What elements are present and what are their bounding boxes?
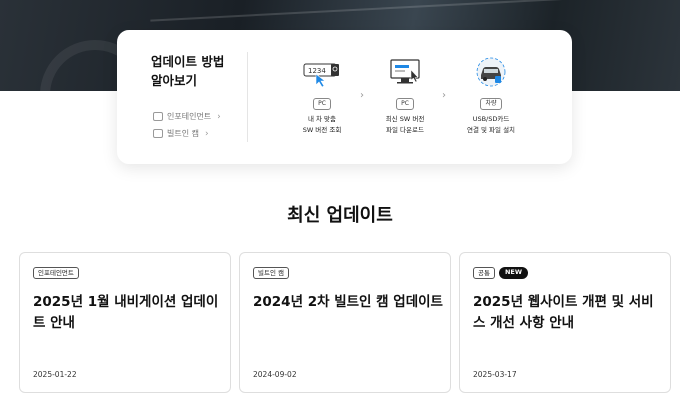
step-tag: PC: [313, 98, 331, 110]
guide-link-builtin-cam[interactable]: 빌트인 캠 ›: [153, 128, 209, 139]
chevron-right-icon: ›: [442, 90, 446, 101]
card-date: 2025-01-22: [33, 370, 77, 379]
guide-link-infotainment[interactable]: 인포테인먼트 ›: [153, 111, 221, 122]
card-title[interactable]: 2025년 1월 내비게이션 업데이트 안내: [33, 292, 223, 334]
guide-title: 업데이트 방법 알아보기: [151, 54, 225, 88]
step-caption: USB/SD카드 연결 및 파일 설치: [466, 115, 516, 134]
update-card-2[interactable]: 빌트인 캠 2024년 2차 빌트인 캠 업데이트 2024-09-02: [239, 252, 451, 393]
update-card-3[interactable]: 공통 NEW 2025년 웹사이트 개편 및 서비스 개선 사항 안내 2025…: [459, 252, 671, 393]
guide-divider: [247, 52, 248, 142]
card-title[interactable]: 2025년 웹사이트 개편 및 서비스 개선 사항 안내: [473, 292, 663, 334]
search-version-icon: 1234: [302, 56, 342, 90]
card-date: 2025-03-17: [473, 370, 517, 379]
update-card-1[interactable]: 인포테인먼트 2025년 1월 내비게이션 업데이트 안내 2025-01-22: [19, 252, 231, 393]
category-tag: 공통: [473, 267, 495, 279]
card-tags: 공통 NEW: [473, 267, 529, 279]
update-guide-card: 업데이트 방법 알아보기 인포테인먼트 › 빌트인 캠 › 1234 PC 내 …: [117, 30, 572, 164]
step-caption: 내 차 맞춤 SW 버전 조회: [302, 115, 342, 134]
category-tag: 인포테인먼트: [33, 267, 79, 279]
latest-updates-title: 최신 업데이트: [287, 205, 393, 226]
chevron-right-icon: ›: [360, 90, 364, 101]
camera-icon: [153, 129, 163, 138]
card-title[interactable]: 2024년 2차 빌트인 캠 업데이트: [253, 292, 443, 313]
guide-step-2: PC 최신 SW 버전 파일 다운로드: [365, 56, 445, 136]
hero-decoration: [150, 0, 670, 22]
guide-step-1: 1234 PC 내 차 맞춤 SW 버전 조회: [282, 56, 362, 136]
step-tag: PC: [396, 98, 414, 110]
card-tags: 인포테인먼트: [33, 267, 79, 279]
step-caption: 최신 SW 버전 파일 다운로드: [385, 115, 425, 134]
svg-text:1234: 1234: [308, 67, 326, 75]
chevron-right-icon: ›: [204, 128, 209, 139]
monitor-download-icon: [385, 56, 425, 90]
car-install-icon: [471, 56, 511, 90]
chevron-right-icon: ›: [217, 111, 221, 122]
card-tags: 빌트인 캠: [253, 267, 289, 279]
category-tag: 빌트인 캠: [253, 267, 289, 279]
step-tag: 차량: [480, 98, 502, 110]
card-date: 2024-09-02: [253, 370, 297, 379]
new-badge: NEW: [498, 267, 529, 279]
car-screen-icon: [153, 112, 163, 121]
guide-step-3: 차량 USB/SD카드 연결 및 파일 설치: [451, 56, 531, 136]
